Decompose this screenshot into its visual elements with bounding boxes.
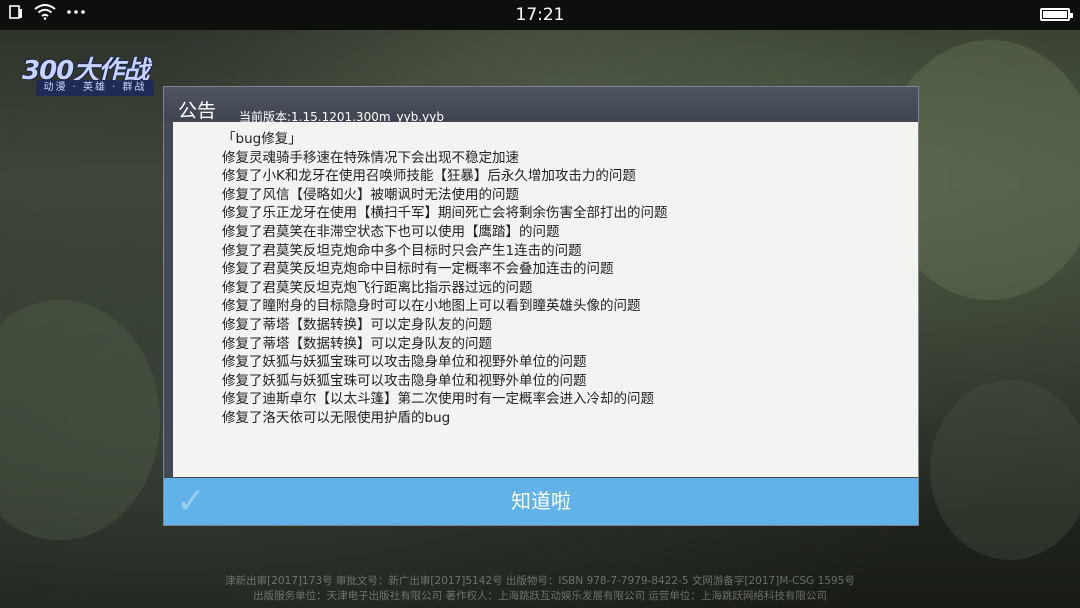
- note-line: 修复了君莫笑反坦克炮命中多个目标时只会产生1连击的问题: [222, 242, 582, 259]
- note-line: 修复了风信【侵略如火】被嘲讽时无法使用的问题: [222, 186, 519, 203]
- note-line: 修复了蒂塔【数据转换】可以定身队友的问题: [222, 335, 492, 352]
- license-line: 津新出审[2017]173号 审批文号：新广出审[2017]5142号 出版物号…: [225, 575, 855, 587]
- logo-subtitle: 动漫 · 英雄 · 群战: [36, 80, 154, 96]
- note-line: 修复灵魂骑手移速在特殊情况下会出现不稳定加速: [222, 149, 519, 166]
- license-line: 出版服务单位：天津电子出版社有限公司 著作权人：上海跳跃互动娱乐发展有限公司 运…: [253, 590, 827, 602]
- background-foliage: [930, 380, 1080, 560]
- dialog-header: 公告 当前版本:1.15.1201.300m_yyb.yyb: [164, 87, 918, 124]
- patch-notes: 「bug修复」 修复灵魂骑手移速在特殊情况下会出现不稳定加速 修复了小K和龙牙在…: [222, 130, 668, 428]
- status-bar: 17:21: [0, 0, 1080, 30]
- battery-icon: [1040, 8, 1073, 21]
- game-logo: 300大作战 动漫 · 英雄 · 群战: [22, 48, 157, 100]
- note-line: 修复了君莫笑反坦克炮飞行距离比指示器过远的问题: [222, 279, 533, 296]
- announcement-dialog: 公告 当前版本:1.15.1201.300m_yyb.yyb 「bug修复」 修…: [163, 86, 919, 526]
- status-time: 17:21: [515, 5, 565, 25]
- acknowledge-label: 知道啦: [511, 489, 571, 513]
- background-foliage: [0, 300, 160, 540]
- note-line: 修复了迪斯卓尔【以太斗篷】第二次使用时有一定概率会进入冷却的问题: [222, 391, 654, 408]
- note-line: 修复了妖狐与妖狐宝珠可以攻击隐身单位和视野外单位的问题: [222, 354, 587, 371]
- note-line: 修复了瞳附身的目标隐身时可以在小地图上可以看到瞳英雄头像的问题: [222, 298, 641, 315]
- note-line: 修复了君莫笑在非滞空状态下也可以使用【鹰踏】的问题: [222, 223, 560, 240]
- acknowledge-button[interactable]: ✓ 知道啦: [164, 478, 918, 525]
- note-line: 修复了乐正龙牙在使用【横扫千军】期间死亡会将剩余伤害全部打出的问题: [222, 205, 668, 222]
- note-heading: 「bug修复」: [222, 131, 302, 147]
- note-line: 修复了妖狐与妖狐宝珠可以攻击隐身单位和视野外单位的问题: [222, 372, 587, 389]
- license-footer: 津新出审[2017]173号 审批文号：新广出审[2017]5142号 出版物号…: [0, 574, 1080, 608]
- note-line: 修复了小K和龙牙在使用召唤师技能【狂暴】后永久增加攻击力的问题: [222, 168, 636, 185]
- note-line: 修复了君莫笑反坦克炮命中目标时有一定概率不会叠加连击的问题: [222, 261, 614, 278]
- note-line: 修复了洛天依可以无限使用护盾的bug: [222, 409, 451, 426]
- dialog-title: 公告: [178, 100, 217, 122]
- note-line: 修复了蒂塔【数据转换】可以定身队友的问题: [222, 316, 492, 333]
- checkmark-icon: ✓: [176, 481, 207, 522]
- announcement-body[interactable]: 「bug修复」 修复灵魂骑手移速在特殊情况下会出现不稳定加速 修复了小K和龙牙在…: [173, 122, 918, 477]
